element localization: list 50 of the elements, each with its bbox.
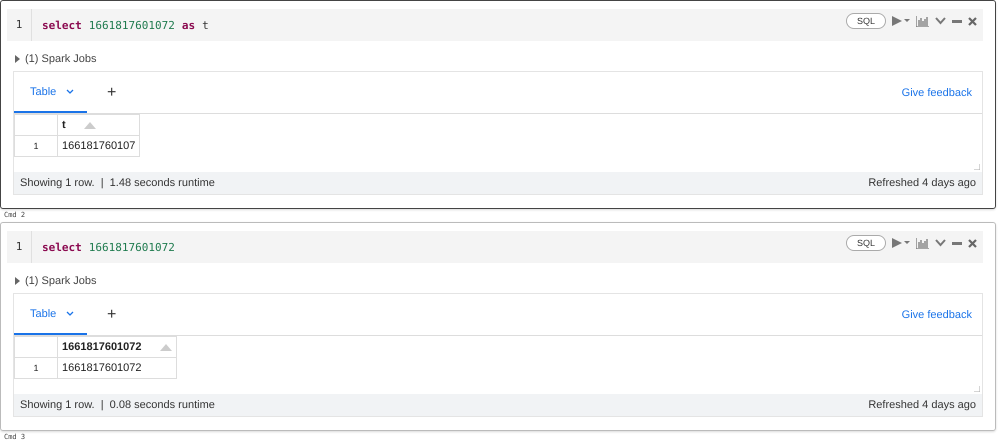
code-token: 1661817601072 [88,240,175,254]
status-text: Showing 1 row. | 0.08 seconds runtime [20,399,215,411]
refreshed-text: Refreshed 4 days ago [868,399,976,411]
code-editor[interactable]: 1 select 1661817601072 as t SQL [7,9,983,41]
table-cell: 1 [14,136,58,156]
feedback-link[interactable]: Give feedback [902,86,972,98]
line-number: 1 [7,231,32,263]
language-badge[interactable]: SQL [846,235,886,251]
minimize-icon[interactable] [952,242,962,244]
code-token: 1661817601072 [88,18,175,32]
add-tab-button[interactable]: + [101,304,122,324]
code-token: as [182,18,196,32]
chevron-down-icon[interactable] [66,311,74,316]
chart-icon[interactable] [916,238,929,248]
code-token: select [42,18,82,32]
code-token: t [202,18,209,32]
line-number: 1 [7,9,32,41]
chevron-down-icon[interactable] [935,239,946,247]
expand-icon[interactable] [15,55,20,63]
spark-jobs-toggle[interactable]: (1) Spark Jobs [25,53,97,65]
table-cell: 1661817601072 [58,358,176,378]
expand-icon[interactable] [15,277,20,285]
language-badge[interactable]: SQL [846,13,886,29]
column-header[interactable]: t [58,114,140,136]
spark-jobs-toggle[interactable]: (1) Spark Jobs [25,275,97,287]
table-cell: 1 [14,358,58,378]
table-tab[interactable]: Table [14,294,87,335]
notebook-cell[interactable]: 1 select 1661817601072 as t SQL (1) Spark Jobs Table + Give feedback t 1 166181760107 Showing 1 row. | 1.48 seconds runtime Refreshed 4 days ago [0,0,996,209]
table-cell: 166181760107 [58,136,140,156]
resize-grip-icon[interactable] [974,386,980,392]
resize-grip-icon[interactable] [974,164,980,170]
column-header[interactable]: 1661817601072 [58,336,176,358]
notebook-cell[interactable]: 1 select 1661817601072 SQL (1) Spark Jobs Table + Give feedback 1661817601072 1 1661817601072 Showing 1 row. | 0.08 seconds runtime Refreshed 4 days ago [0,222,996,431]
add-tab-button[interactable]: + [101,82,122,102]
chevron-down-icon[interactable] [935,17,946,25]
minimize-icon[interactable] [952,20,962,22]
table-tab[interactable]: Table [14,72,87,113]
code-editor[interactable]: 1 select 1661817601072 SQL [7,231,983,263]
index-header-cell [14,114,58,136]
close-icon[interactable] [968,238,977,248]
feedback-link[interactable]: Give feedback [902,308,972,320]
code-token: select [42,240,82,254]
status-text: Showing 1 row. | 1.48 seconds runtime [20,177,215,189]
refreshed-text: Refreshed 4 days ago [868,177,976,189]
run-icon[interactable] [892,238,910,248]
close-icon[interactable] [968,16,977,26]
chevron-down-icon[interactable] [66,89,74,94]
chart-icon[interactable] [916,16,929,26]
index-header-cell [14,336,58,358]
run-icon[interactable] [892,16,910,26]
